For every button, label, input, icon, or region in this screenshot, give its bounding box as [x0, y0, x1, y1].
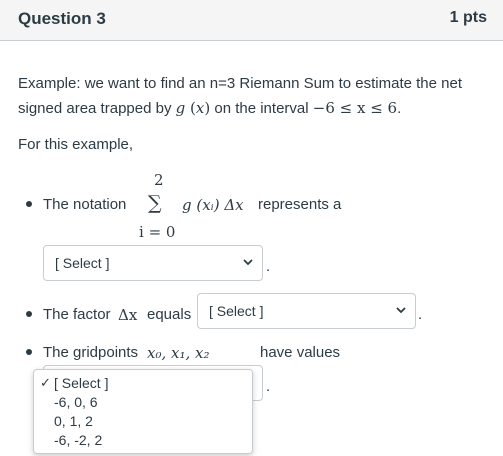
- item1-suffix: represents a: [258, 196, 342, 213]
- prompt-line-2-end: .: [397, 100, 402, 117]
- item2-suffix: equals: [147, 306, 192, 323]
- sum-expression: g (xᵢ) Δx: [182, 196, 244, 214]
- delta-x-math: Δx: [118, 306, 138, 324]
- item3-prefix: The gridpoints: [43, 344, 139, 361]
- bullet: [26, 201, 32, 207]
- period: .: [418, 306, 423, 323]
- dropdown-option[interactable]: 0, 1, 2: [54, 413, 93, 429]
- dropdown-option[interactable]: [ Select ]: [54, 375, 108, 391]
- dropdown-option[interactable]: -6, 0, 6: [54, 394, 98, 410]
- prompt-line-2: signed area trapped by g (x) on the inte…: [18, 99, 402, 117]
- question-title: Question 3: [18, 9, 106, 28]
- for-this-example: For this example,: [18, 136, 134, 153]
- prompt-line-2-mid: on the interval: [210, 100, 313, 117]
- item2-prefix: The factor: [43, 306, 111, 323]
- prompt-line-1: Example: we want to find an n=3 Riemann …: [18, 75, 462, 92]
- period: .: [266, 378, 271, 395]
- select-value: [ Select ]: [209, 303, 264, 319]
- gridpoints-dropdown-list: ✓ [ Select ] -6, 0, 6 0, 1, 2 -6, -2, 2: [33, 369, 253, 454]
- bullet: [26, 349, 32, 355]
- sigma-symbol: ∑: [148, 192, 162, 214]
- dropdown-option[interactable]: -6, -2, 2: [54, 432, 102, 448]
- period: .: [266, 258, 271, 275]
- checkmark-icon: ✓: [40, 375, 51, 390]
- question-header: Question 3 1 pts: [0, 0, 503, 41]
- gridpoints-math: x₀, x₁, x₂: [147, 344, 210, 362]
- interval-math: −6 ≤ x ≤ 6: [312, 99, 398, 117]
- select-riemann-type[interactable]: [ Select ]: [43, 245, 263, 281]
- bullet: [26, 311, 32, 317]
- item3-suffix: have values: [260, 344, 341, 361]
- sum-upper-limit: 2: [154, 171, 164, 189]
- question-points: 1 pts: [449, 9, 487, 26]
- sum-lower-limit: i = 0: [139, 223, 176, 241]
- item1-prefix: The notation: [43, 196, 127, 213]
- chevron-down-icon: [396, 307, 406, 314]
- select-value: [ Select ]: [55, 255, 110, 271]
- select-delta-x[interactable]: [ Select ]: [197, 293, 416, 329]
- prompt-line-2-prefix: signed area trapped by: [18, 100, 176, 117]
- chevron-down-icon: [243, 259, 253, 266]
- function-g: g: [175, 99, 186, 117]
